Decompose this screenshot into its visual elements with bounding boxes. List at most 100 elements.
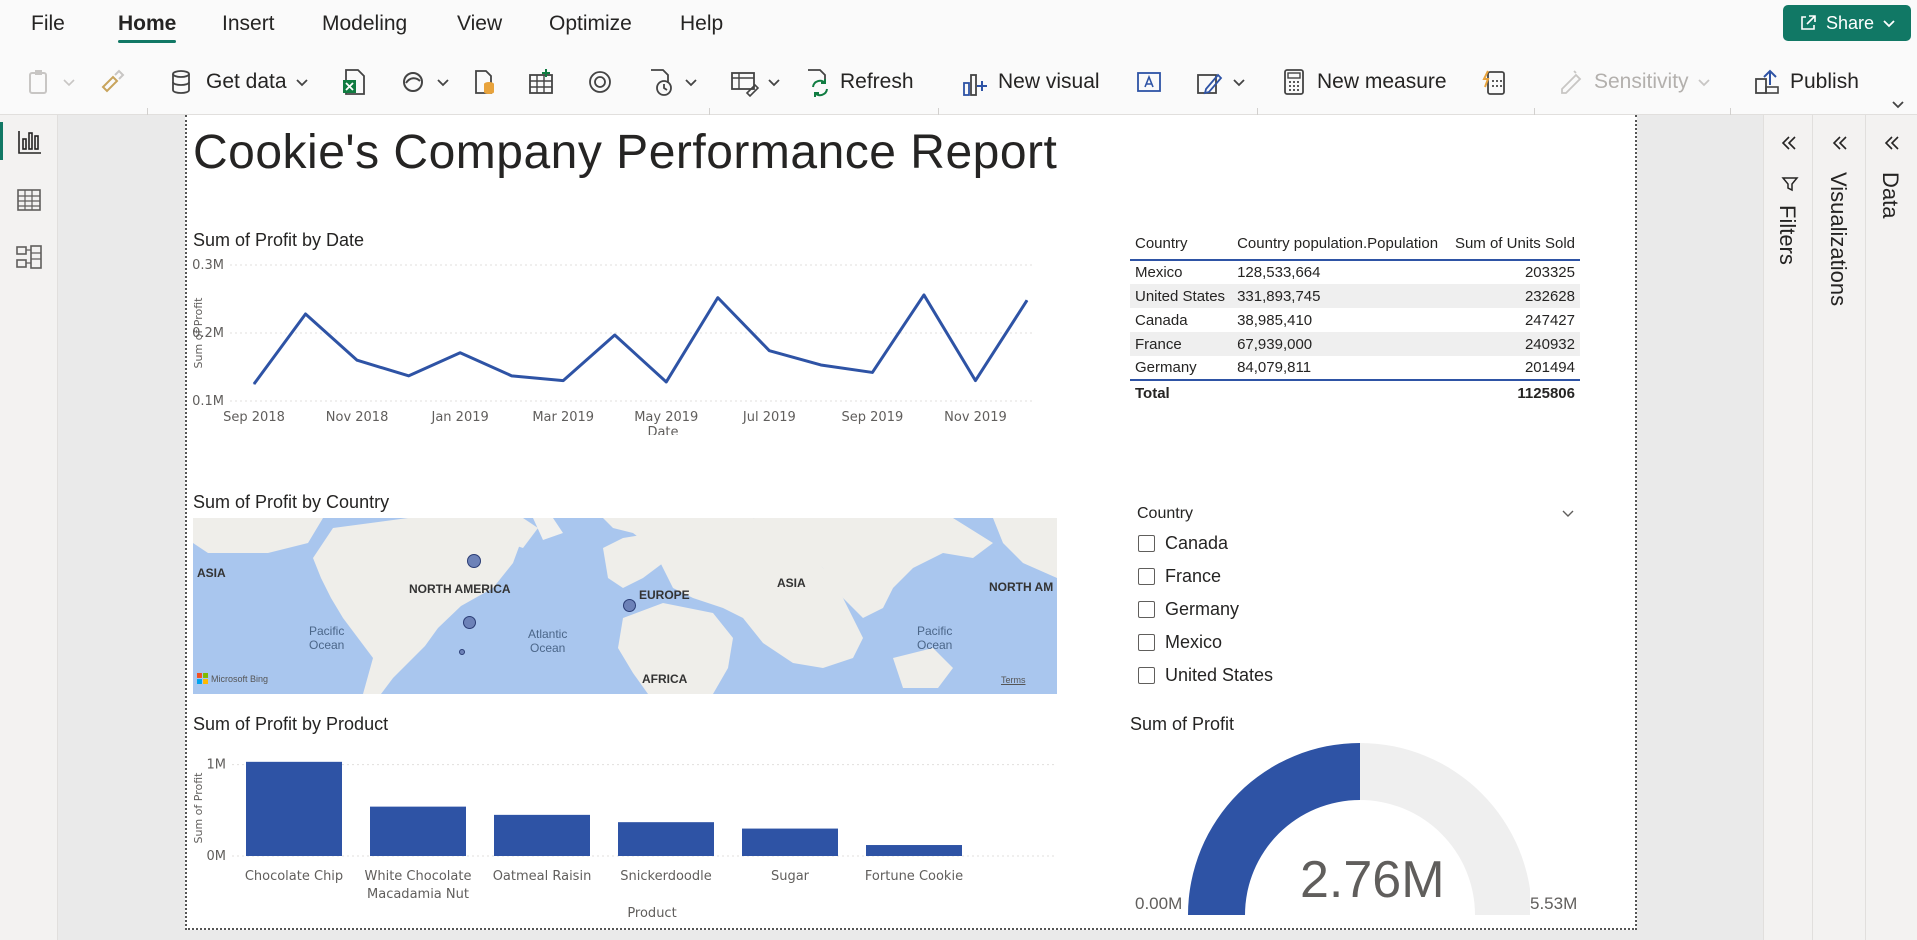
model-view-icon[interactable] xyxy=(14,242,44,272)
filters-pane-label[interactable]: Filters xyxy=(1774,205,1800,265)
menu-view[interactable]: View xyxy=(457,12,502,36)
map-bubble-germany[interactable] xyxy=(623,599,636,612)
clock-file-icon xyxy=(651,69,672,96)
get-data-button[interactable]: Get data xyxy=(168,62,309,102)
line-chart-title: Sum of Profit by Date xyxy=(193,230,365,250)
x-tick-label: Nov 2018 xyxy=(326,410,389,425)
menu-bar: File Home Insert Modeling View Optimize … xyxy=(0,0,1917,48)
chevron-down-icon xyxy=(295,79,308,87)
pane-divider xyxy=(1812,115,1813,940)
menu-file[interactable]: File xyxy=(31,12,65,36)
profit-map[interactable]: ASIA NORTH AMERICA EUROPE ASIA NORTH AM … xyxy=(193,518,1057,694)
transform-data-button[interactable] xyxy=(729,62,781,102)
x-axis-label: Date xyxy=(647,425,678,435)
collapse-visualizations-icon[interactable] xyxy=(1829,132,1851,154)
enter-data-button[interactable] xyxy=(526,62,556,102)
share-button[interactable]: Share xyxy=(1783,5,1911,41)
refresh-button[interactable]: Refresh xyxy=(802,62,914,102)
refresh-label: Refresh xyxy=(840,70,914,93)
checkbox[interactable] xyxy=(1138,634,1155,651)
chevron-down-icon xyxy=(685,79,697,87)
slicer-option-canada[interactable]: Canada xyxy=(1138,533,1228,554)
line-point xyxy=(511,375,513,377)
excel-button[interactable] xyxy=(339,62,369,102)
line-point xyxy=(768,350,770,352)
checkbox[interactable] xyxy=(1138,535,1155,552)
format-painter-button[interactable] xyxy=(97,62,127,102)
x-tick-label: Jan 2019 xyxy=(431,410,489,425)
bar-chart[interactable]: 1M 0M Chocolate Chip White Chocolate Macadam… xyxy=(190,750,1060,922)
bar xyxy=(742,828,838,856)
table-cell: Germany xyxy=(1135,359,1197,376)
bar xyxy=(370,806,466,856)
visualizations-pane-label[interactable]: Visualizations xyxy=(1825,172,1851,306)
line-point xyxy=(408,375,410,377)
slicer-option-united-states[interactable]: United States xyxy=(1138,665,1273,686)
line-series xyxy=(252,293,1029,385)
checkbox[interactable] xyxy=(1138,601,1155,618)
dataverse-button[interactable] xyxy=(585,62,615,102)
table-cell: 67,939,000 xyxy=(1232,332,1448,356)
slicer-option-mexico[interactable]: Mexico xyxy=(1138,632,1222,653)
menu-home[interactable]: Home xyxy=(118,12,176,36)
collapse-filters-icon[interactable] xyxy=(1778,132,1800,154)
map-bubble-canada[interactable] xyxy=(467,554,481,568)
menu-optimize[interactable]: Optimize xyxy=(549,12,632,36)
chevron-down-icon[interactable] xyxy=(1560,505,1576,521)
menu-insert[interactable]: Insert xyxy=(222,12,275,36)
table-cell: 201494 xyxy=(1524,359,1575,376)
line-point xyxy=(356,359,358,361)
share-label: Share xyxy=(1825,12,1875,33)
collapse-data-icon[interactable] xyxy=(1881,132,1903,154)
database-icon xyxy=(172,70,190,94)
column-header-units-sold[interactable]: Sum of Units Sold xyxy=(1447,228,1580,261)
checkbox[interactable] xyxy=(1138,568,1155,585)
paste-button[interactable] xyxy=(24,62,76,102)
map-bubble-united-states[interactable] xyxy=(463,616,476,629)
new-measure-button[interactable]: New measure xyxy=(1279,62,1447,102)
x-tick-label: Macadamia Nut xyxy=(367,887,469,902)
x-tick-label: White Chocolate xyxy=(365,869,472,884)
column-header-country[interactable]: Country xyxy=(1130,228,1233,261)
recent-sources-button[interactable] xyxy=(646,62,698,102)
map-title: Sum of Profit by Country xyxy=(193,492,390,512)
map-label-pacific: Pacific Ocean xyxy=(309,624,345,652)
table-view-icon[interactable] xyxy=(14,185,44,215)
map-label-north-america-right: NORTH AM xyxy=(989,580,1054,594)
pane-divider xyxy=(1865,115,1866,940)
menu-help[interactable]: Help xyxy=(680,12,723,36)
publish-button[interactable]: Publish xyxy=(1752,62,1859,102)
new-visual-button[interactable]: New visual xyxy=(960,62,1100,102)
slicer-title: Country xyxy=(1137,505,1194,522)
map-label-europe: EUROPE xyxy=(639,588,690,602)
slicer-option-france[interactable]: France xyxy=(1138,566,1221,587)
sensitivity-icon xyxy=(1561,70,1582,94)
table-cell: 232628 xyxy=(1447,284,1580,308)
report-view-icon[interactable] xyxy=(14,127,44,157)
bar xyxy=(494,814,590,856)
more-visuals-button[interactable] xyxy=(1194,62,1246,102)
map-terms-link[interactable]: Terms xyxy=(1001,675,1026,685)
onelake-button[interactable] xyxy=(398,62,450,102)
data-pane-label[interactable]: Data xyxy=(1877,172,1903,218)
slicer-option-germany[interactable]: Germany xyxy=(1138,599,1239,620)
sensitivity-button[interactable]: Sensitivity xyxy=(1556,62,1711,102)
chevron-down-icon xyxy=(1233,79,1245,87)
column-header-population[interactable]: Country population.Population xyxy=(1232,228,1448,261)
menu-modeling[interactable]: Modeling xyxy=(322,12,407,36)
checkbox[interactable] xyxy=(1138,667,1155,684)
table-cell: France xyxy=(1130,332,1233,356)
bar-chart-title: Sum of Profit by Product xyxy=(193,714,389,734)
map-bubble-mexico[interactable] xyxy=(459,649,465,655)
table-cell: Mexico xyxy=(1135,264,1183,281)
units-sold-table[interactable]: Country Country population.Population Su… xyxy=(1130,228,1580,406)
chevron-down-icon[interactable] xyxy=(1890,96,1906,112)
sql-server-button[interactable] xyxy=(470,62,500,102)
x-axis-label: Product xyxy=(627,906,676,921)
quick-measure-button[interactable] xyxy=(1480,62,1510,102)
line-chart[interactable]: 0.3M0.2M0.1MSep 2018 Nov 2018 Jan 2019 Mar … xyxy=(190,255,1050,435)
text-box-button[interactable] xyxy=(1134,62,1164,102)
map-label-north-america: NORTH AMERICA xyxy=(409,582,511,596)
line-point xyxy=(1026,299,1028,301)
slicer-option-label: France xyxy=(1165,566,1222,586)
